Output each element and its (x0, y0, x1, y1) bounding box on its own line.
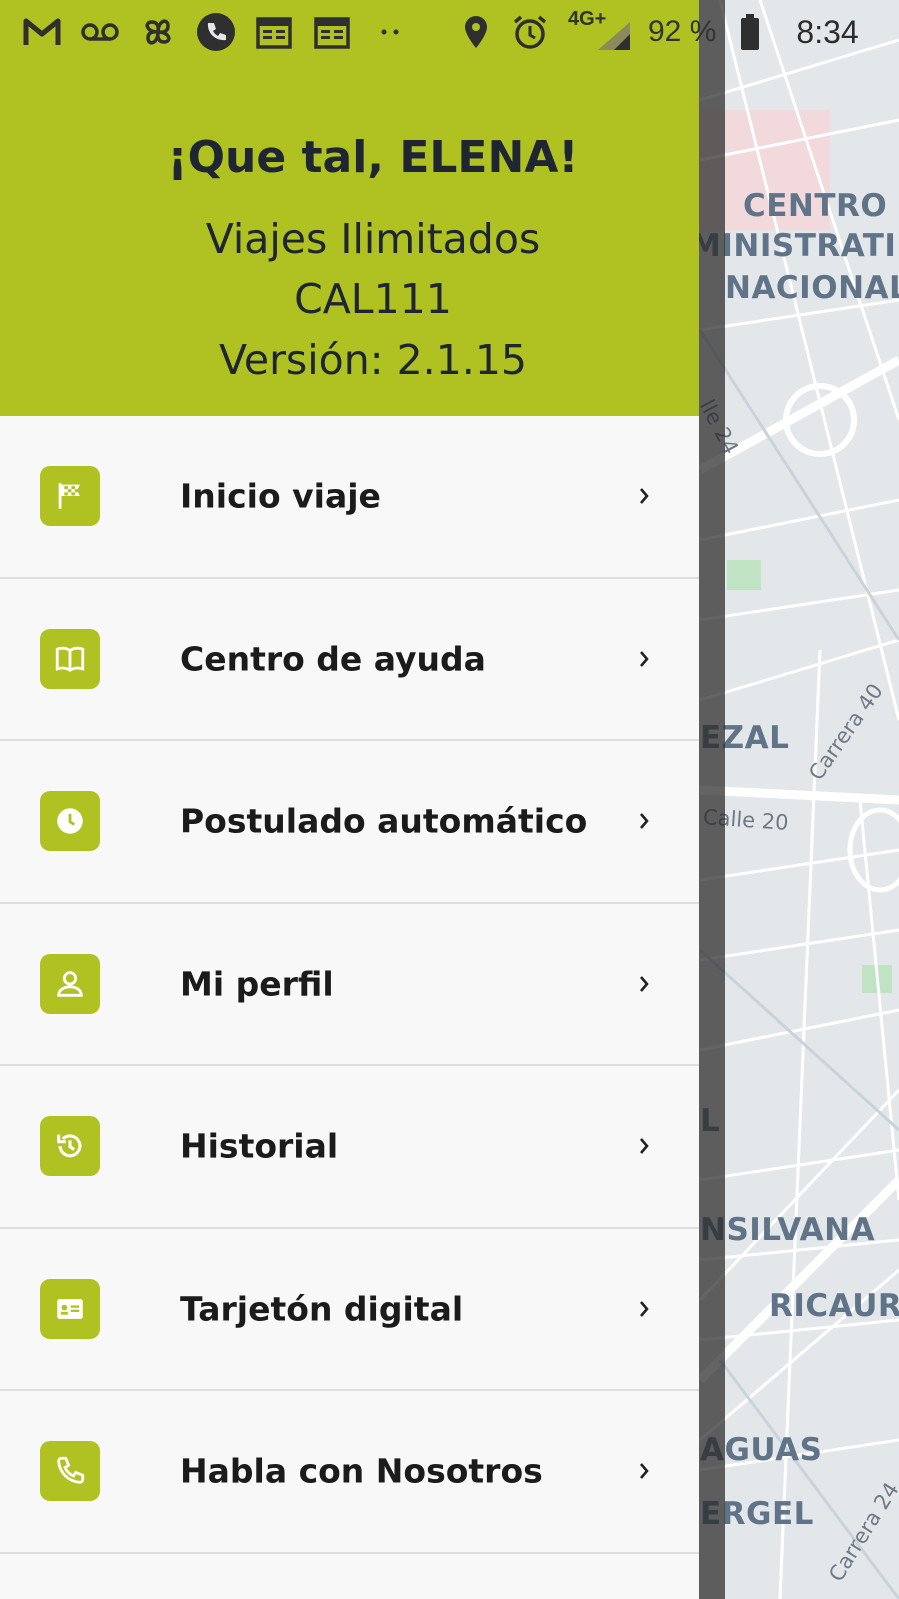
menu-item-mi-perfil[interactable]: Mi perfil (0, 903, 699, 1066)
map-label: RICAURT (769, 1288, 899, 1324)
app-version: Versión: 2.1.15 (218, 336, 528, 384)
voicemail-icon (80, 12, 120, 52)
location-icon (456, 12, 496, 52)
alarm-icon (510, 12, 550, 52)
chevron-right-icon (640, 488, 649, 505)
status-time: 8:34 (796, 13, 859, 50)
menu-item-tarjeton-digital[interactable]: Tarjetón digital (0, 1228, 699, 1391)
battery-icon (730, 12, 770, 52)
chevron-right-icon (640, 1300, 649, 1317)
menu-item-label: Tarjetón digital (180, 1289, 464, 1329)
phone-call-icon (196, 12, 236, 52)
user-code: CAL111 (294, 275, 452, 323)
menu-item-label: Postulado automático (180, 801, 588, 841)
calendar-icon (312, 12, 352, 52)
map-label: CENTRO (743, 188, 888, 224)
battery-percent: 92 % (648, 15, 717, 48)
history-icon (40, 1116, 100, 1177)
calendar-icon (254, 12, 294, 52)
menu-item-label: Centro de ayuda (180, 639, 486, 679)
greeting-title: ¡Que tal, ELENA! (167, 132, 579, 183)
open-book-icon (40, 628, 100, 689)
checkered-flag-icon (40, 466, 100, 527)
status-bar: 4G+ 92 % 8:34 (0, 0, 899, 64)
chevron-right-icon (640, 975, 649, 992)
more-dots-icon (370, 12, 410, 52)
chevron-right-icon (640, 813, 649, 830)
person-icon (40, 953, 100, 1014)
navigation-drawer: ¡Que tal, ELENA! Viajes Ilimitados CAL11… (0, 0, 699, 1599)
id-card-icon (40, 1278, 100, 1339)
chevron-right-icon (640, 1138, 649, 1155)
plan-name: Viajes Ilimitados (205, 215, 541, 263)
drawer-menu: Inicio viaje Centro de ayuda Postulado a… (0, 416, 699, 1554)
menu-item-label: Historial (180, 1126, 339, 1166)
pinwheel-icon (138, 12, 178, 52)
menu-item-label: Inicio viaje (180, 476, 381, 516)
gmail-icon (22, 12, 62, 52)
menu-item-label: Habla con Nosotros (180, 1451, 543, 1491)
chevron-right-icon (640, 650, 649, 667)
menu-item-centro-de-ayuda[interactable]: Centro de ayuda (0, 578, 699, 741)
signal-4g-icon: 4G+ (564, 8, 634, 52)
clock-icon (40, 791, 100, 852)
map-label: NSILVANA (700, 1212, 876, 1248)
menu-item-inicio-viaje[interactable]: Inicio viaje (0, 416, 699, 579)
chevron-right-icon (640, 1463, 649, 1480)
phone-icon (40, 1441, 100, 1502)
menu-item-label: Mi perfil (180, 964, 334, 1004)
menu-item-habla-con-nosotros[interactable]: Habla con Nosotros (0, 1391, 699, 1554)
menu-item-postulado-automatico[interactable]: Postulado automático (0, 741, 699, 904)
map-label: NACIONAL (725, 270, 899, 306)
menu-item-historial[interactable]: Historial (0, 1066, 699, 1229)
